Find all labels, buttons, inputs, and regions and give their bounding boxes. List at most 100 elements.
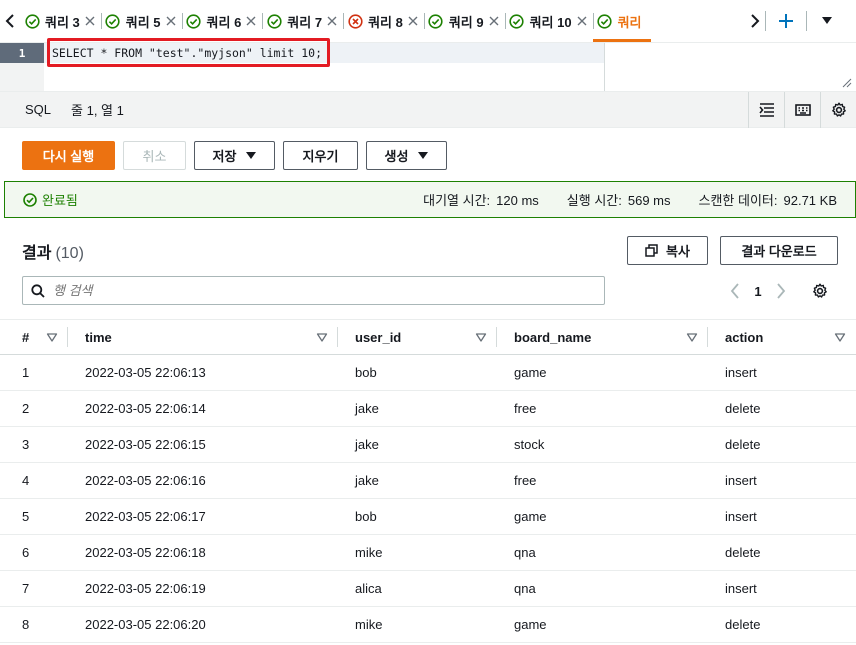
plus-icon bbox=[779, 14, 793, 28]
table-cell-time: 2022-03-05 22:06:17 bbox=[85, 509, 206, 524]
table-row[interactable]: 8 2022-03-05 22:06:20 mike game delete bbox=[0, 607, 856, 643]
table-row[interactable]: 2 2022-03-05 22:06:14 jake free delete bbox=[0, 391, 856, 427]
add-query-tab-button[interactable] bbox=[766, 0, 806, 42]
column-header[interactable]: board_name bbox=[497, 319, 708, 355]
table-cell-board_name: qna bbox=[514, 545, 536, 560]
caret-down-icon bbox=[822, 17, 832, 24]
tab-divider bbox=[181, 13, 183, 29]
check-circle-icon bbox=[509, 13, 525, 29]
scroll-tabs-right-button[interactable] bbox=[745, 0, 765, 42]
keyboard-shortcuts-button[interactable] bbox=[784, 91, 820, 128]
close-icon[interactable] bbox=[407, 15, 419, 27]
table-cell-action: delete bbox=[725, 401, 761, 416]
row-search-input[interactable] bbox=[53, 283, 593, 298]
sql-editor[interactable]: 1 SELECT * FROM "test"."myjson" limit 10… bbox=[0, 38, 856, 92]
query-tab[interactable]: 쿼리 10 bbox=[504, 0, 593, 42]
copy-button[interactable]: 복사 bbox=[627, 236, 708, 265]
query-tab[interactable]: 쿼리 6 bbox=[181, 0, 263, 42]
table-row[interactable]: 4 2022-03-05 22:06:16 jake free insert bbox=[0, 463, 856, 499]
table-row[interactable]: 1 2022-03-05 22:06:13 bob game insert bbox=[0, 355, 856, 391]
caret-down-icon bbox=[246, 151, 257, 159]
create-label: 생성 bbox=[384, 149, 409, 164]
table-cell-user_id: mike bbox=[355, 617, 383, 632]
tab-label: 쿼리 6 bbox=[206, 14, 242, 30]
close-icon[interactable] bbox=[326, 15, 338, 27]
table-cell-index: 6 bbox=[22, 545, 30, 560]
download-results-button[interactable]: 결과 다운로드 bbox=[720, 236, 838, 265]
sort-caret-icon[interactable] bbox=[834, 331, 846, 343]
column-header-label: time bbox=[85, 329, 112, 345]
editor-settings-button[interactable] bbox=[820, 91, 856, 128]
execution-time-value: 569 ms bbox=[627, 193, 671, 208]
sort-caret-icon[interactable] bbox=[686, 331, 698, 343]
close-icon[interactable] bbox=[576, 15, 588, 27]
table-row[interactable]: 6 2022-03-05 22:06:18 mike qna delete bbox=[0, 535, 856, 571]
table-cell-board_name: free bbox=[514, 473, 537, 488]
queue-time-value: 120 ms bbox=[496, 193, 539, 208]
run-again-button[interactable]: 다시 실행 bbox=[22, 141, 115, 170]
sort-caret-icon[interactable] bbox=[475, 331, 487, 343]
column-header[interactable]: time bbox=[68, 319, 338, 355]
table-cell-user_id: jake bbox=[355, 437, 379, 452]
caret-down-icon bbox=[418, 151, 429, 159]
column-header-label: user_id bbox=[355, 329, 402, 345]
table-cell-time: 2022-03-05 22:06:15 bbox=[85, 437, 206, 452]
scroll-tabs-left-button[interactable] bbox=[0, 0, 20, 42]
prev-page-icon[interactable] bbox=[730, 283, 740, 299]
column-header-label: board_name bbox=[514, 329, 592, 345]
table-cell-index: 2 bbox=[22, 401, 30, 416]
query-tab[interactable]: 쿼리 9 bbox=[423, 0, 505, 42]
table-row[interactable]: 3 2022-03-05 22:06:15 jake stock delete bbox=[0, 427, 856, 463]
close-icon[interactable] bbox=[165, 15, 177, 27]
close-icon[interactable] bbox=[245, 15, 257, 27]
clear-button[interactable]: 지우기 bbox=[283, 141, 358, 170]
tab-label: 쿼리 5 bbox=[125, 14, 161, 30]
tab-label: 쿼리 bbox=[617, 14, 642, 30]
close-icon[interactable] bbox=[84, 15, 96, 27]
format-query-button[interactable] bbox=[748, 91, 784, 128]
table-cell-board_name: stock bbox=[514, 437, 545, 452]
check-circle-icon bbox=[105, 13, 121, 29]
row-search[interactable] bbox=[22, 276, 605, 305]
query-tab[interactable]: 쿼리 7 bbox=[262, 0, 343, 42]
query-actions: 다시 실행 취소 저장 지우기 생성 bbox=[22, 141, 447, 170]
table-cell-user_id: mike bbox=[355, 545, 383, 560]
editor-status-bar: SQL 줄 1, 열 1 bbox=[0, 91, 856, 128]
table-row[interactable]: 5 2022-03-05 22:06:17 bob game insert bbox=[0, 499, 856, 535]
table-cell-time: 2022-03-05 22:06:19 bbox=[85, 581, 206, 596]
table-cell-time: 2022-03-05 22:06:14 bbox=[85, 401, 206, 416]
table-cell-board_name: game bbox=[514, 509, 547, 524]
print-margin bbox=[604, 43, 605, 91]
tab-tools bbox=[765, 0, 847, 42]
format-icon bbox=[758, 102, 774, 117]
table-cell-time: 2022-03-05 22:06:16 bbox=[85, 473, 206, 488]
tab-menu-button[interactable] bbox=[807, 0, 847, 42]
table-cell-action: insert bbox=[725, 365, 757, 380]
create-dropdown-button[interactable]: 생성 bbox=[366, 141, 447, 170]
save-dropdown-button[interactable]: 저장 bbox=[194, 141, 275, 170]
table-cell-index: 1 bbox=[22, 365, 30, 380]
query-tab-bar: 쿼리 3 쿼리 5 쿼리 6 쿼리 7 쿼리 8 쿼리 9 쿼리 10 쿼리 bbox=[0, 0, 856, 42]
chevron-right-icon bbox=[751, 14, 760, 28]
table-cell-time: 2022-03-05 22:06:18 bbox=[85, 545, 206, 560]
table-row[interactable]: 7 2022-03-05 22:06:19 alica qna insert bbox=[0, 571, 856, 607]
next-page-icon[interactable] bbox=[776, 283, 786, 299]
cursor-position: 줄 1, 열 1 bbox=[71, 103, 124, 118]
close-icon[interactable] bbox=[488, 15, 500, 27]
query-tab[interactable]: 쿼리 bbox=[592, 0, 651, 42]
sort-caret-icon[interactable] bbox=[46, 331, 58, 343]
query-tab[interactable]: 쿼리 8 bbox=[343, 0, 424, 42]
column-header[interactable]: # bbox=[0, 319, 68, 355]
query-tab[interactable]: 쿼리 3 bbox=[20, 0, 101, 42]
check-circle-icon bbox=[23, 192, 37, 207]
table-cell-action: delete bbox=[725, 437, 761, 452]
resize-handle-icon[interactable] bbox=[842, 78, 852, 88]
tab-divider bbox=[504, 13, 506, 29]
query-tab[interactable]: 쿼리 5 bbox=[100, 0, 182, 42]
column-header[interactable]: user_id bbox=[338, 319, 497, 355]
cancel-button[interactable]: 취소 bbox=[123, 141, 186, 170]
sort-caret-icon[interactable] bbox=[316, 331, 328, 343]
column-header[interactable]: action bbox=[708, 319, 856, 355]
table-preferences-gear-icon[interactable] bbox=[812, 283, 828, 299]
current-page[interactable]: 1 bbox=[752, 284, 764, 299]
